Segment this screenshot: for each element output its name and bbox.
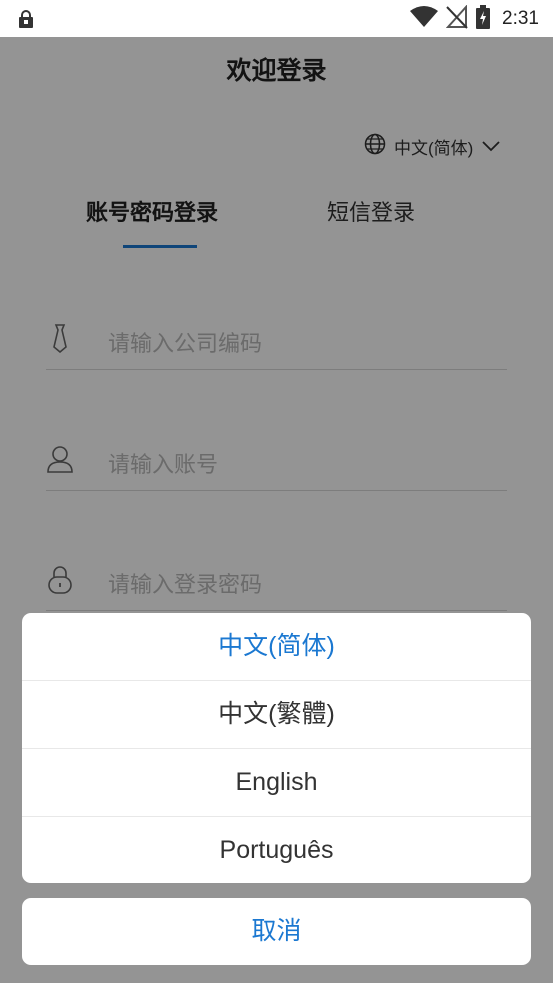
status-time: 2:31: [502, 8, 539, 29]
no-signal-icon: [445, 3, 468, 34]
language-option-portuguese[interactable]: Português: [22, 817, 531, 883]
language-option-zh-hant[interactable]: 中文(繁體): [22, 681, 531, 749]
status-bar: 2:31: [0, 0, 553, 37]
language-option-english[interactable]: English: [22, 749, 531, 817]
cancel-button[interactable]: 取消: [22, 898, 531, 965]
wifi-icon: [410, 5, 439, 33]
battery-icon: [476, 4, 491, 34]
lock-icon: [18, 10, 34, 33]
language-action-sheet: 中文(简体) 中文(繁體) English Português: [22, 613, 531, 883]
language-option-zh-hans[interactable]: 中文(简体): [22, 613, 531, 681]
